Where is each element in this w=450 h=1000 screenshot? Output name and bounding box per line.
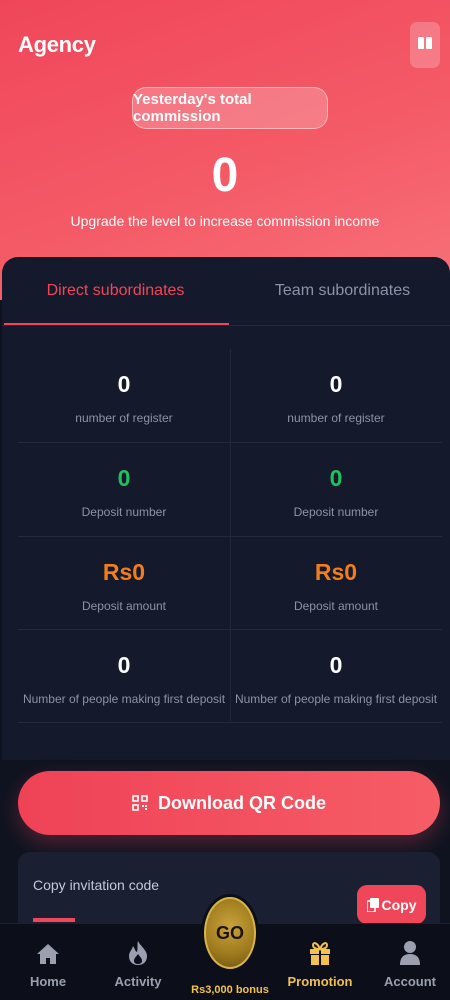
stat-value: 0 (329, 652, 343, 678)
go-label: GO (215, 922, 244, 943)
stat-label: Deposit number (81, 505, 167, 519)
stat-label: Deposit amount (293, 599, 379, 613)
download-qr-button[interactable]: Download QR Code (18, 771, 440, 835)
stat-value: Rs0 (102, 559, 146, 585)
tab-direct-subordinates[interactable]: Direct subordinates (2, 257, 229, 325)
copy-icon (366, 897, 379, 912)
copy-button[interactable]: Copy (357, 885, 426, 924)
nav-home-label: Home (29, 974, 67, 989)
nav-activity[interactable]: Activity (93, 936, 183, 996)
stat-value: 0 (117, 371, 131, 397)
stat-label: Number of people making first deposit (234, 692, 438, 706)
download-qr-label: Download QR Code (158, 792, 326, 813)
stat-value: 0 (329, 371, 343, 397)
nav-promotion-label: Promotion (287, 974, 353, 989)
stat-first-deposit-direct: 0 Number of people making first deposit (18, 630, 230, 723)
copy-button-label: Copy (381, 896, 417, 913)
stat-label: Deposit amount (81, 599, 167, 613)
invitation-label: Copy invitation code (33, 877, 160, 893)
nav-account-label: Account (384, 974, 436, 989)
agency-header: Agency Yesterday's total commission 0 Up… (0, 0, 450, 300)
stat-deposit-amount-direct: Rs0 Deposit amount (18, 537, 230, 630)
nav-account[interactable]: Account (365, 936, 450, 996)
stat-first-deposit-team: 0 Number of people making first deposit (230, 630, 442, 723)
nav-promotion[interactable]: Promotion (275, 936, 365, 996)
nav-home[interactable]: Home (3, 936, 93, 996)
stat-deposit-number-direct: 0 Deposit number (18, 443, 230, 536)
stat-label: number of register (287, 411, 385, 425)
tab-team-subordinates[interactable]: Team subordinates (229, 257, 450, 325)
stat-value: 0 (117, 465, 131, 491)
rules-button[interactable] (410, 22, 440, 68)
upgrade-hint: Upgrade the level to increase commission… (70, 213, 380, 229)
stat-deposit-number-team: 0 Deposit number (230, 443, 442, 536)
bonus-label: Rs3,000 bonus (191, 984, 269, 996)
subordinates-panel: Direct subordinates Team subordinates 0 … (2, 257, 450, 760)
book-icon (417, 35, 433, 56)
commission-value: 0 (211, 149, 239, 202)
stat-register-team: 0 number of register (230, 349, 442, 442)
nav-activity-label: Activity (114, 974, 162, 989)
stat-register-direct: 0 number of register (18, 349, 230, 442)
stat-label: Number of people making first deposit (22, 692, 226, 706)
stat-value: 0 (117, 652, 131, 678)
stat-label: number of register (75, 411, 173, 425)
invitation-code-mask (33, 918, 75, 922)
flame-icon (93, 936, 183, 966)
stat-value: 0 (329, 465, 343, 491)
grid-divider (18, 722, 442, 723)
go-bonus-button[interactable]: GO (204, 897, 256, 969)
tab-divider (2, 325, 450, 326)
home-icon (3, 936, 93, 966)
stat-value: Rs0 (314, 559, 358, 585)
gift-icon (275, 936, 365, 966)
page-title: Agency (18, 32, 96, 57)
qr-code-icon (132, 795, 148, 811)
user-icon (365, 936, 450, 966)
stat-label: Deposit number (293, 505, 379, 519)
stat-deposit-amount-team: Rs0 Deposit amount (230, 537, 442, 630)
commission-label-badge: Yesterday's total commission (132, 87, 328, 129)
